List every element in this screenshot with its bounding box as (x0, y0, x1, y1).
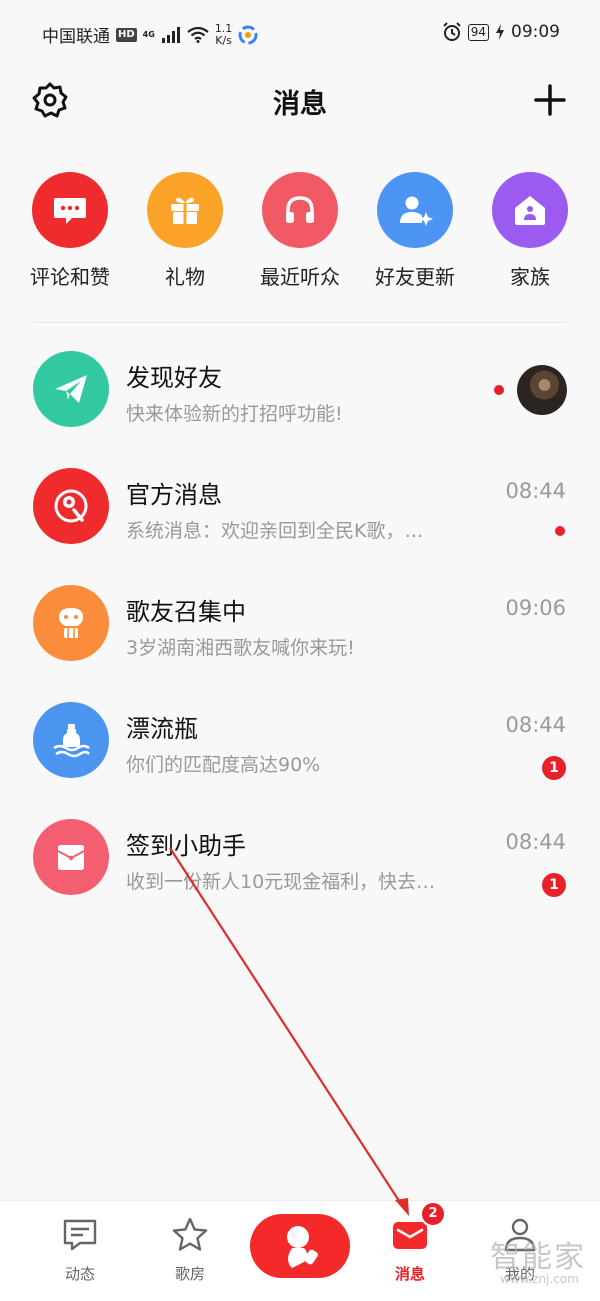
message-row-discover-friends[interactable]: 发现好友 快来体验新的打招呼功能! (0, 343, 600, 460)
status-right: 94 09:09 (442, 22, 560, 42)
net-speed: 1.1 K/s (215, 22, 233, 47)
paper-plane-icon (55, 375, 87, 403)
message-subtitle: 你们的匹配度高达90% (126, 754, 321, 776)
unread-count-badge: 1 (542, 873, 566, 897)
net-speed-unit: K/s (215, 33, 232, 47)
hd-badge: HD (116, 27, 137, 42)
message-avatar (33, 819, 109, 895)
add-button[interactable] (530, 80, 570, 120)
message-time: 09:06 (505, 596, 566, 620)
quick-entry-circle (262, 172, 338, 248)
battery-indicator: 94 (467, 23, 489, 41)
message-subtitle: 3岁湖南湘西歌友喊你来玩! (126, 637, 355, 659)
quick-entry-family[interactable]: 家族 (475, 172, 585, 290)
message-avatar (33, 585, 109, 661)
message-subtitle: 快来体验新的打招呼功能! (126, 403, 343, 425)
message-avatar (33, 351, 109, 427)
message-subtitle: 收到一份新人10元现金福利，快去… (126, 871, 436, 893)
friend-avatar-photo (517, 365, 567, 415)
quick-entry-comments-likes[interactable]: 评论和赞 (15, 172, 125, 290)
nav-label: 动态 (64, 1265, 95, 1283)
message-row-official[interactable]: 官方消息 系统消息：欢迎亲回到全民K歌，… 08:44 (0, 460, 600, 577)
wifi-icon (187, 26, 209, 43)
carrier-label: 中国联通 (42, 27, 110, 47)
comment-icon (54, 198, 86, 224)
message-avatar (33, 702, 109, 778)
nav-label: 消息 (394, 1265, 425, 1283)
quick-entry-circle (492, 172, 568, 248)
message-row-checkin-assistant[interactable]: 签到小助手 收到一份新人10元现金福利，快去… 08:44 1 (0, 811, 600, 928)
quick-entry-label: 好友更新 (375, 265, 455, 289)
page-title: 消息 (273, 89, 327, 120)
quick-entry-label: 评论和赞 (30, 265, 110, 289)
plus-icon (534, 84, 566, 116)
header: 消息 (0, 68, 600, 130)
message-title: 签到小助手 (126, 832, 246, 860)
status-bar: 中国联通 HD 4G 1.1 K/s 94 09:09 (0, 0, 600, 68)
watermark: 智能家 www.znj.com (490, 1232, 586, 1286)
quick-entry-label: 礼物 (165, 265, 205, 289)
envelope-icon (57, 845, 85, 870)
quick-entry-circle (377, 172, 453, 248)
unread-dot (494, 385, 504, 395)
quick-entry-row: 评论和赞 礼物 最近听众 好友更新 家族 (0, 172, 600, 292)
watermark-text: 智能家 (490, 1240, 586, 1275)
charging-icon (496, 24, 504, 40)
message-time: 08:44 (505, 830, 566, 854)
message-list: 发现好友 快来体验新的打招呼功能! 官方消息 系统消息：欢迎亲回到全民K歌，… … (0, 343, 600, 928)
message-subtitle: 系统消息：欢迎亲回到全民K歌，… (126, 520, 424, 542)
message-time: 08:44 (505, 713, 566, 737)
sing-button[interactable] (250, 1214, 350, 1278)
nav-item-feed[interactable]: 动态 (30, 1211, 130, 1284)
signal-icon (161, 26, 180, 43)
message-time: 08:44 (505, 479, 566, 503)
message-row-drift-bottle[interactable]: 漂流瓶 你们的匹配度高达90% 08:44 1 (0, 694, 600, 811)
home-icon (515, 196, 545, 225)
message-title: 官方消息 (126, 481, 222, 509)
balloon-icon (59, 608, 83, 638)
app-notification-icon (238, 25, 258, 44)
message-avatar (33, 468, 109, 544)
gift-icon (171, 197, 199, 224)
message-title: 漂流瓶 (126, 715, 198, 743)
alarm-icon (443, 22, 461, 41)
message-title: 发现好友 (126, 364, 222, 392)
watermark-url: www.znj.com (500, 1272, 579, 1286)
bottle-icon (53, 724, 90, 758)
network-type: 4G (142, 29, 155, 39)
quick-entry-gifts[interactable]: 礼物 (130, 172, 240, 290)
section-divider (34, 322, 566, 323)
status-time: 09:09 (511, 22, 560, 42)
official-logo-icon (54, 489, 88, 523)
quick-entry-circle (147, 172, 223, 248)
message-title: 歌友召集中 (126, 598, 246, 626)
message-row-singer-gathering[interactable]: 歌友召集中 3岁湖南湘西歌友喊你来玩! 09:06 (0, 577, 600, 694)
unread-dot (555, 526, 565, 536)
nav-item-messages[interactable]: 消息 (360, 1211, 460, 1284)
unread-count-badge: 1 (542, 756, 566, 780)
status-left: 中国联通 HD 4G 1.1 K/s (42, 22, 258, 47)
quick-entry-recent-listeners[interactable]: 最近听众 (245, 172, 355, 290)
sing-icon (287, 1226, 318, 1268)
nav-item-song-room[interactable]: 歌房 (140, 1211, 240, 1284)
quick-entry-label: 家族 (510, 265, 550, 289)
star-icon (172, 1217, 208, 1251)
feed-icon (63, 1219, 97, 1251)
quick-entry-friend-updates[interactable]: 好友更新 (360, 172, 470, 290)
quick-entry-circle (32, 172, 108, 248)
nav-message-badge: 2 (420, 1201, 446, 1227)
quick-entry-label: 最近听众 (260, 265, 340, 289)
user-sparkle-icon (400, 196, 433, 226)
nav-label: 歌房 (174, 1265, 205, 1283)
headphones-icon (286, 196, 314, 223)
